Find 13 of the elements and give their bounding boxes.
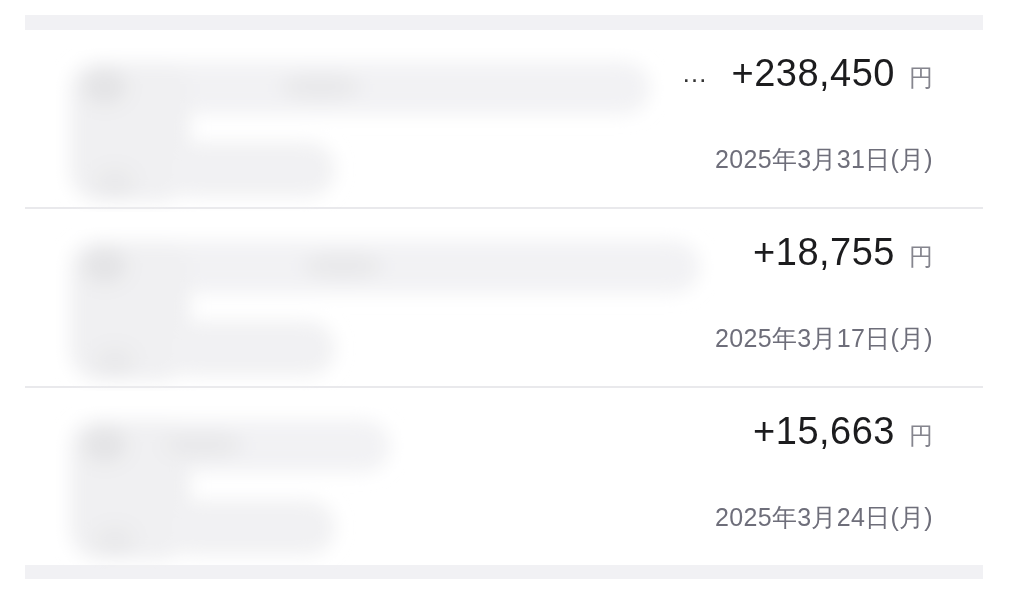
currency-unit: 円 — [909, 421, 933, 451]
transaction-row[interactable]: … +238,450 円 2025年3月31日(月) — [25, 30, 983, 209]
transaction-row[interactable]: +18,755 円 2025年3月17日(月) — [25, 209, 983, 388]
amount: +18,755 — [753, 231, 895, 274]
amount: +15,663 — [753, 410, 895, 453]
title-ellipsis: … — [681, 58, 708, 89]
transaction-row[interactable]: +15,663 円 2025年3月24日(月) — [25, 388, 983, 565]
transaction-date: 2025年3月24日(月) — [715, 502, 933, 533]
amount: +238,450 — [731, 52, 895, 95]
transaction-date: 2025年3月31日(月) — [715, 144, 933, 175]
currency-unit: 円 — [909, 63, 933, 93]
transaction-date: 2025年3月17日(月) — [715, 323, 933, 354]
currency-unit: 円 — [909, 242, 933, 272]
